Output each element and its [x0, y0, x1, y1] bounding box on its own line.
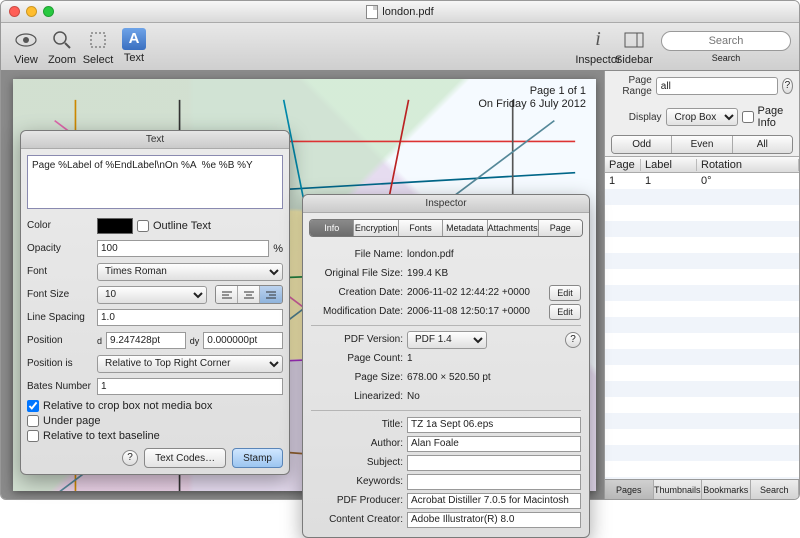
- inspector-modified: 2006-11-08 12:50:17 +0000: [407, 306, 545, 317]
- all-button[interactable]: All: [733, 136, 792, 153]
- font-select[interactable]: Times Roman: [97, 263, 283, 281]
- align-center-icon[interactable]: [238, 286, 260, 303]
- eye-icon: [13, 28, 39, 52]
- tab-attachments[interactable]: Attachments: [488, 220, 539, 236]
- tab-pages[interactable]: Pages: [605, 480, 654, 499]
- help-icon[interactable]: ?: [782, 78, 793, 94]
- position-dy-input[interactable]: [203, 332, 283, 349]
- subject-input[interactable]: [407, 455, 581, 471]
- fontsize-select[interactable]: 10: [97, 286, 207, 304]
- pdf-file-icon: [366, 5, 378, 19]
- display-label: Display: [611, 112, 662, 123]
- window-title-text: london.pdf: [382, 6, 433, 18]
- pageinfo-checkbox[interactable]: Page Info: [742, 105, 793, 129]
- stamp-button[interactable]: Stamp: [232, 448, 283, 468]
- inspector-title: Inspector: [303, 195, 589, 213]
- pages-table-header: Page Label Rotation: [605, 156, 799, 173]
- creator-input[interactable]: [407, 512, 581, 528]
- magnifier-icon: [49, 28, 75, 52]
- align-right-icon[interactable]: [260, 286, 282, 303]
- select-icon: [85, 28, 111, 52]
- inspector-filesize: 199.4 KB: [407, 268, 581, 279]
- even-button[interactable]: Even: [672, 136, 732, 153]
- sidebar-icon: [621, 28, 647, 52]
- odd-button[interactable]: Odd: [612, 136, 672, 153]
- align-segmented[interactable]: [215, 285, 283, 304]
- inspector-filename: london.pdf: [407, 249, 581, 260]
- table-row[interactable]: 1 1 0°: [605, 173, 799, 189]
- linespacing-input[interactable]: [97, 309, 283, 326]
- sidebar-button[interactable]: Sidebar: [617, 28, 651, 66]
- tab-encryption[interactable]: Encryption: [354, 220, 398, 236]
- titlebar: london.pdf: [1, 1, 799, 23]
- tab-metadata[interactable]: Metadata: [443, 220, 487, 236]
- cropbox-checkbox[interactable]: Relative to crop box not media box: [27, 400, 283, 412]
- inspector-created: 2006-11-02 12:44:22 +0000: [407, 287, 545, 298]
- textcodes-button[interactable]: Text Codes…: [144, 448, 226, 468]
- opacity-input[interactable]: [97, 240, 269, 257]
- pdfversion-select[interactable]: PDF 1.4: [407, 331, 487, 349]
- align-left-icon[interactable]: [216, 286, 238, 303]
- edit-created-button[interactable]: Edit: [549, 285, 581, 301]
- sidebar: Page Range ? Display Crop Box Page Info …: [604, 71, 799, 499]
- inspector-tabs: Info Encryption Fonts Metadata Attachmen…: [309, 219, 583, 237]
- pagerange-input[interactable]: [656, 77, 778, 95]
- pages-list[interactable]: 1 1 0°: [605, 173, 799, 479]
- view-button[interactable]: View: [9, 28, 43, 66]
- page-annotation: Page 1 of 1 On Friday 6 July 2012: [478, 85, 586, 111]
- text-icon: A: [122, 28, 146, 50]
- parity-segmented[interactable]: Odd Even All: [611, 135, 793, 154]
- select-button[interactable]: Select: [81, 28, 115, 66]
- bates-input[interactable]: [97, 378, 283, 395]
- info-icon: i: [585, 28, 611, 52]
- text-stamp-panel: Text Page %Label of %EndLabel\nOn %A %e …: [20, 130, 290, 475]
- stamp-text-input[interactable]: Page %Label of %EndLabel\nOn %A %e %B %Y: [27, 155, 283, 209]
- text-panel-title: Text: [21, 131, 289, 149]
- inspector-button[interactable]: i Inspector: [581, 28, 615, 66]
- inspector-pagecount: 1: [407, 353, 581, 364]
- help-icon[interactable]: ?: [565, 332, 581, 348]
- producer-input[interactable]: [407, 493, 581, 509]
- title-input[interactable]: [407, 417, 581, 433]
- inspector-linearized: No: [407, 391, 581, 402]
- tab-thumbnails[interactable]: Thumbnails: [654, 480, 703, 499]
- pagerange-label: Page Range: [611, 75, 652, 97]
- outline-checkbox[interactable]: Outline Text: [137, 220, 211, 232]
- position-anchor-select[interactable]: Relative to Top Right Corner: [97, 355, 283, 373]
- search-label: Search: [712, 53, 741, 63]
- baseline-checkbox[interactable]: Relative to text baseline: [27, 430, 283, 442]
- text-button[interactable]: A Text: [117, 28, 151, 66]
- edit-modified-button[interactable]: Edit: [549, 304, 581, 320]
- inspector-pagesize: 678.00 × 520.50 pt: [407, 372, 581, 383]
- inspector-panel: Inspector Info Encryption Fonts Metadata…: [302, 194, 590, 538]
- zoom-button[interactable]: Zoom: [45, 28, 79, 66]
- author-input[interactable]: [407, 436, 581, 452]
- keywords-input[interactable]: [407, 474, 581, 490]
- tab-search[interactable]: Search: [751, 480, 800, 499]
- sidebar-tabs: Pages Thumbnails Bookmarks Search: [605, 479, 799, 499]
- display-select[interactable]: Crop Box: [666, 108, 738, 126]
- help-icon[interactable]: ?: [122, 450, 138, 466]
- tab-info[interactable]: Info: [310, 220, 354, 236]
- tab-bookmarks[interactable]: Bookmarks: [702, 480, 751, 499]
- position-dx-input[interactable]: [106, 332, 186, 349]
- underpage-checkbox[interactable]: Under page: [27, 415, 283, 427]
- toolbar: View Zoom Select A Text i Inspector: [1, 23, 799, 71]
- search-input[interactable]: [661, 31, 791, 51]
- window-title: london.pdf: [1, 5, 799, 19]
- color-swatch[interactable]: [97, 218, 133, 234]
- tab-page[interactable]: Page: [539, 220, 582, 236]
- tab-fonts[interactable]: Fonts: [399, 220, 443, 236]
